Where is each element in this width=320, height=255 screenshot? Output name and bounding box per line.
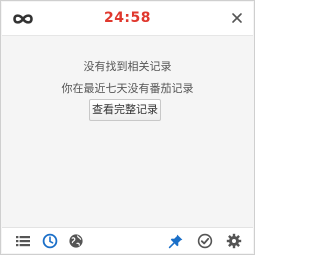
- view-full-records-button[interactable]: 查看完整记录: [89, 99, 161, 121]
- records-panel: 没有找到相关记录 你在最近七天没有番茄记录 查看完整记录: [2, 37, 253, 227]
- check-circle-icon[interactable]: [197, 233, 213, 249]
- countdown-timer: 24:58: [103, 10, 152, 26]
- empty-title: 没有找到相关记录: [83, 60, 172, 73]
- title-bar: 24:58: [2, 2, 253, 36]
- globe-icon[interactable]: [68, 233, 84, 249]
- clock-icon[interactable]: [42, 233, 58, 249]
- pin-icon[interactable]: [168, 233, 184, 249]
- list-icon[interactable]: [15, 233, 31, 249]
- app-window: 24:58 没有找到相关记录 你在最近七天没有番茄记录 查看完整记录: [0, 0, 255, 255]
- empty-subtitle: 你在最近七天没有番茄记录: [61, 82, 194, 95]
- gear-icon[interactable]: [226, 233, 242, 249]
- bottom-toolbar: [2, 227, 253, 253]
- close-icon[interactable]: [230, 11, 244, 25]
